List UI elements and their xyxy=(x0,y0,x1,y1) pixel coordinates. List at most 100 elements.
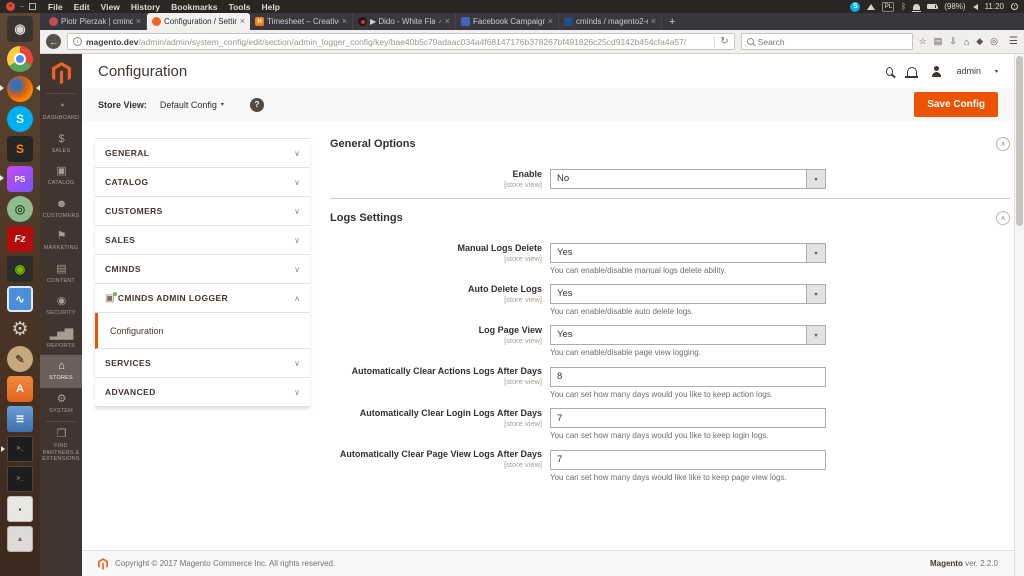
sidebar-item-dashboard[interactable]: ◔ DASHBOARD xyxy=(40,95,82,128)
automatically-clear-actions-logs-after-days-input[interactable] xyxy=(550,366,826,387)
tab-cminds-magento2-ex[interactable]: cminds / magento2-ex × xyxy=(559,13,662,30)
tab-configuration-settin[interactable]: Configuration / Settin × xyxy=(147,13,250,30)
config-subnav-configuration-active[interactable]: Configuration xyxy=(95,313,310,349)
sidebar-item-customers[interactable]: ☻ CUSTOMERS xyxy=(40,193,82,226)
launcher-sublime-text-icon[interactable]: S xyxy=(7,136,33,162)
automatically-clear-page-view-logs-after-days-input[interactable] xyxy=(550,449,826,470)
tab-audio-icon[interactable]: ♪ xyxy=(438,18,442,25)
launcher-system-monitor-icon[interactable]: ∿ xyxy=(7,286,33,312)
bookmark-star-icon[interactable]: ☆ xyxy=(919,36,927,47)
menu-icon[interactable]: ☰ xyxy=(1009,36,1018,47)
collapse-section-icon[interactable]: ∧ xyxy=(996,211,1010,225)
launcher-system-settings-icon[interactable]: ⚙ xyxy=(7,316,33,342)
tab-close-icon[interactable]: × xyxy=(548,17,553,26)
config-nav-catalog[interactable]: CATALOG ∨ xyxy=(95,168,310,197)
wifi-icon[interactable] xyxy=(867,3,876,10)
pocket-icon[interactable]: ▤ xyxy=(934,36,943,47)
config-nav-customers[interactable]: CUSTOMERS ∨ xyxy=(95,197,310,226)
save-config-button[interactable]: Save Config xyxy=(914,92,998,117)
url-bar[interactable]: i magento.dev/admin/admin/system_config/… xyxy=(67,33,735,50)
window-close-button[interactable] xyxy=(6,2,15,11)
new-tab-button[interactable]: + xyxy=(669,16,675,28)
config-nav-cminds-admin-logger[interactable]: ▣ CMINDS ADMIN LOGGER ∧ xyxy=(95,284,310,313)
tab-timesheet-creative[interactable]: Timesheet – Creative× xyxy=(250,13,353,30)
tab-close-icon[interactable]: × xyxy=(651,17,656,26)
volume-icon[interactable] xyxy=(972,3,978,10)
menu-view[interactable]: View xyxy=(101,2,120,12)
menu-bookmarks[interactable]: Bookmarks xyxy=(171,2,217,12)
sidebar-item-sales[interactable]: $ SALES xyxy=(40,128,82,161)
sidebar-item-stores[interactable]: ⌂ STORES xyxy=(40,355,82,388)
tab-close-icon[interactable]: × xyxy=(342,17,347,26)
admin-user-menu[interactable]: admin xyxy=(956,66,981,76)
launcher-media-player-icon[interactable]: ▪ xyxy=(7,496,33,522)
reload-button[interactable]: ↻ xyxy=(714,36,729,47)
bluetooth-icon[interactable]: ᛒ xyxy=(901,2,906,11)
downloads-icon[interactable]: ⇩ xyxy=(949,36,957,47)
tab-dido-white-flag[interactable]: ▶ Dido - White Flag ♪ × xyxy=(353,13,456,30)
launcher-firefox-icon[interactable] xyxy=(0,76,40,102)
manual-logs-delete-select[interactable]: Yes ▾ xyxy=(550,243,826,263)
automatically-clear-login-logs-after-days-input[interactable] xyxy=(550,408,826,428)
launcher-nvidia-settings-icon[interactable]: ◉ xyxy=(7,256,33,282)
extension-shield-icon[interactable]: ◆ xyxy=(976,36,983,47)
launcher-terminal-alt-icon[interactable]: >_ xyxy=(7,466,33,492)
config-nav-services[interactable]: SERVICES ∨ xyxy=(95,349,310,378)
help-icon[interactable]: ? xyxy=(249,97,264,112)
sidebar-item-find-partners-extensions[interactable]: ❒ FIND PARTNERS & EXTENSIONS xyxy=(40,423,82,469)
auto-delete-logs-select[interactable]: Yes ▾ xyxy=(550,284,826,304)
admin-search-icon[interactable] xyxy=(886,66,894,76)
menu-edit[interactable]: Edit xyxy=(74,2,90,12)
launcher-terminal-icon[interactable]: >_ xyxy=(1,436,33,462)
keyboard-layout-indicator[interactable]: PL xyxy=(882,1,895,12)
scrollbar[interactable] xyxy=(1014,54,1024,576)
power-icon[interactable] xyxy=(1011,2,1018,10)
browser-search[interactable] xyxy=(740,33,913,50)
home-icon[interactable]: ⌂ xyxy=(964,37,969,47)
config-nav-advanced[interactable]: ADVANCED ∨ xyxy=(95,378,310,407)
launcher-chrome-icon[interactable] xyxy=(7,46,33,72)
extension-icon[interactable]: ◎ xyxy=(990,36,998,47)
launcher-file-archiver-icon[interactable]: ☰ xyxy=(7,406,33,432)
tab-facebook-campaign-m[interactable]: Facebook Campaign M× xyxy=(456,13,559,30)
menu-tools[interactable]: Tools xyxy=(228,2,250,12)
sidebar-item-system[interactable]: ⚙ SYSTEM xyxy=(40,388,82,421)
launcher-external-drive-icon[interactable]: ▲ xyxy=(7,526,33,552)
sidebar-item-security[interactable]: ◉ SECURITY xyxy=(40,290,82,323)
launcher-atom-icon[interactable]: ◎ xyxy=(7,196,33,222)
launcher-software-center-icon[interactable]: A xyxy=(7,376,33,402)
back-button[interactable]: ← xyxy=(46,34,61,49)
menu-history[interactable]: History xyxy=(131,2,160,12)
config-nav-general[interactable]: GENERAL ∨ xyxy=(95,139,310,168)
browser-search-input[interactable] xyxy=(757,36,907,47)
clock[interactable]: 11:20 xyxy=(985,2,1004,11)
battery-icon[interactable] xyxy=(927,4,939,9)
collapse-section-icon[interactable]: ∧ xyxy=(996,137,1010,151)
tab-close-icon[interactable]: × xyxy=(240,17,245,26)
menu-help[interactable]: Help xyxy=(262,2,280,12)
log-page-view-select[interactable]: Yes ▾ xyxy=(550,325,826,345)
page-info-icon[interactable]: i xyxy=(73,37,82,46)
magento-logo-icon[interactable] xyxy=(40,54,82,92)
tab-close-icon[interactable]: × xyxy=(445,17,450,26)
window-maximize-button[interactable] xyxy=(29,3,36,10)
menu-file[interactable]: File xyxy=(48,2,63,12)
launcher-skype-icon[interactable]: S xyxy=(7,106,33,132)
launcher-phpstorm-icon[interactable]: PS xyxy=(0,166,33,192)
skype-tray-icon[interactable]: S xyxy=(850,1,861,12)
window-minimize-button[interactable]: – xyxy=(20,3,24,10)
launcher-ubuntu-dash-icon[interactable]: ◉ xyxy=(7,16,33,42)
config-nav-cminds[interactable]: CMINDS ∨ xyxy=(95,255,310,284)
store-view-switcher[interactable]: Default Config ▾ xyxy=(160,100,224,110)
sidebar-item-content[interactable]: ▤ CONTENT xyxy=(40,258,82,291)
tab-piotr-pierzak-cminds[interactable]: Piotr Pierzak | cminds × xyxy=(44,13,147,30)
sidebar-item-reports[interactable]: ▂▅▇ REPORTS xyxy=(40,323,82,356)
config-nav-sales[interactable]: SALES ∨ xyxy=(95,226,310,255)
admin-notifications-icon[interactable] xyxy=(905,66,919,78)
launcher-backup-utility-icon[interactable]: ✎ xyxy=(7,346,33,372)
scrollbar-thumb[interactable] xyxy=(1016,56,1023,226)
tab-close-icon[interactable]: × xyxy=(136,17,141,26)
system-notifications-icon[interactable] xyxy=(912,3,922,12)
sidebar-item-marketing[interactable]: ⚑ MARKETING xyxy=(40,225,82,258)
enable-select[interactable]: No ▾ xyxy=(550,169,826,189)
